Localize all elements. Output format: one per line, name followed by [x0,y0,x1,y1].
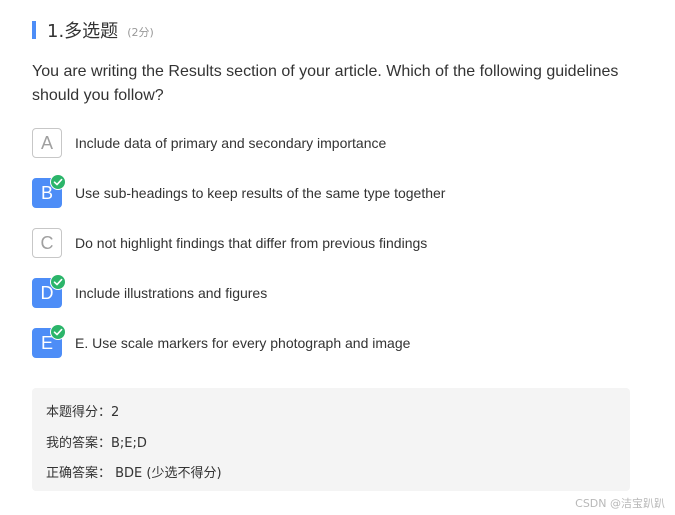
question-type-title: 1.多选题 [47,21,119,42]
option-text-d: Include illustrations and figures [75,285,268,301]
option-letter-a[interactable]: A [32,128,62,158]
check-icon [50,174,66,190]
option-d[interactable]: D Include illustrations and figures [32,274,445,308]
score-line: 本题得分：2 [46,405,120,420]
correct-answer-line: 正确答案： BDE (少选不得分) [46,466,222,481]
option-text-e: E. Use scale markers for every photograp… [75,335,411,351]
option-text-a: Include data of primary and secondary im… [75,135,387,151]
check-icon [50,274,66,290]
csdn-watermark: CSDN @洁宝趴趴 [575,497,665,510]
answer-result-panel: 本题得分：2 我的答案：B;E;D 正确答案： BDE (少选不得分) [32,388,630,491]
option-letter-c[interactable]: C [32,228,62,258]
option-letter-d[interactable]: D [32,274,66,308]
option-a[interactable]: A Include data of primary and secondary … [32,128,445,158]
options-list: A Include data of primary and secondary … [32,128,445,378]
question-header: 1.多选题 (2分) [32,18,154,42]
option-b[interactable]: B Use sub-headings to keep results of th… [32,174,446,208]
option-c[interactable]: C Do not highlight findings that differ … [32,228,445,258]
my-answer-line: 我的答案：B;E;D [46,436,147,451]
option-letter-label: A [40,132,53,153]
check-icon [50,324,66,340]
option-letter-e[interactable]: E [32,324,66,358]
option-letter-b[interactable]: B [32,174,66,208]
option-text-b: Use sub-headings to keep results of the … [75,185,446,201]
option-letter-label: C [40,232,54,253]
option-text-c: Do not highlight findings that differ fr… [75,235,428,251]
question-score: (2分) [127,25,154,39]
question-text: You are writing the Results section of y… [32,63,619,104]
option-e[interactable]: E E. Use scale markers for every photogr… [32,324,445,358]
title-accent-bar [32,21,36,39]
